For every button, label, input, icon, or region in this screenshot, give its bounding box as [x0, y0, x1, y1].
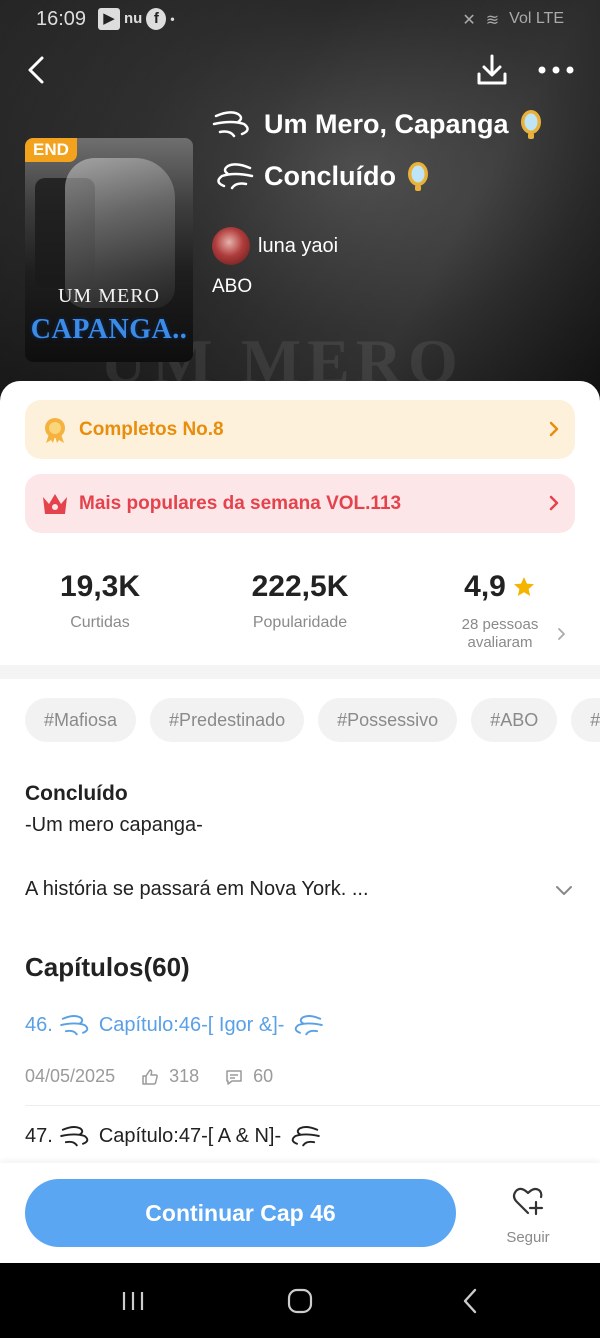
wifi-icon: ≋	[485, 12, 500, 29]
thumbs-up-icon	[142, 1068, 158, 1085]
chevron-right-icon	[549, 495, 559, 511]
tag-chip[interactable]: #	[571, 698, 600, 742]
system-back-icon[interactable]	[460, 1287, 480, 1315]
chapter-number: 47.	[25, 1124, 53, 1147]
likes-label: Curtidas	[70, 614, 130, 631]
expand-chevron-icon[interactable]	[554, 883, 574, 897]
chevron-right-icon	[549, 421, 559, 437]
description-title: Concluído	[25, 782, 128, 805]
popularity-label: Popularidade	[252, 614, 348, 631]
continue-reading-button[interactable]: Continuar Cap 46	[25, 1179, 456, 1247]
section-divider	[0, 665, 600, 679]
popularity-count: 222,5K	[251, 570, 349, 603]
back-icon[interactable]	[20, 52, 56, 88]
wind-icon	[60, 1126, 89, 1147]
follow-label: Seguir	[506, 1229, 550, 1246]
recent-apps-icon[interactable]	[120, 1289, 146, 1313]
banner-label: Mais populares da semana VOL.113	[79, 492, 402, 514]
mirror-icon	[407, 162, 428, 191]
chapter-divider	[25, 1105, 600, 1106]
wind-icon	[291, 1126, 320, 1147]
crown-icon	[43, 493, 67, 514]
tag-list: #Mafiosa #Predestinado #Possessivo #ABO …	[25, 698, 600, 742]
cover-title-line1: UM MERO	[57, 285, 160, 307]
play-icon: ▶	[98, 8, 120, 30]
avatar	[212, 227, 250, 265]
chapter-title: Capítulo:46-[ Igor &]-	[98, 1013, 285, 1036]
rating-count-label: 28 pessoas	[461, 616, 539, 633]
chapter-comments: 60	[253, 1066, 274, 1086]
status-time: 16:09	[36, 8, 87, 30]
ranking-banner-completos[interactable]: Completos No.8	[25, 400, 575, 459]
tag-chip[interactable]: #Predestinado	[150, 698, 305, 742]
genre-label: ABO	[212, 276, 253, 297]
follow-button[interactable]: Seguir	[498, 1186, 558, 1246]
chevron-right-icon[interactable]	[556, 626, 566, 642]
description-body[interactable]: A história se passará em Nova York. ...	[25, 878, 369, 901]
status-app-icons: ▶ nu f •	[98, 8, 175, 30]
tag-chip[interactable]: #ABO	[471, 698, 558, 742]
book-title: Um Mero, Capanga	[212, 106, 543, 142]
comment-icon	[226, 1069, 242, 1085]
more-options-icon[interactable]	[536, 56, 576, 84]
chapter-meta: 04/05/2025 318 60	[25, 1066, 273, 1087]
chapter-title: Capítulo:47-[ A & N]-	[98, 1124, 282, 1147]
rating-count-label-2: avaliaram	[467, 634, 533, 651]
stat-rating[interactable]: 4,9 28 pessoas avaliaram	[400, 570, 600, 652]
stat-likes: 19,3K Curtidas	[0, 570, 200, 632]
stat-popularity: 222,5K Popularidade	[200, 570, 400, 632]
author-link[interactable]: luna yaoi	[212, 227, 338, 265]
author-name: luna yaoi	[258, 234, 339, 257]
wind-icon	[212, 111, 249, 138]
mute-icon: ✕	[462, 12, 476, 29]
signal-text: Vol LTE	[509, 10, 564, 27]
chapter-item[interactable]: 46. Capítulo:46-[ Igor &]-	[25, 1011, 324, 1039]
description-subtitle: -Um mero capanga-	[25, 814, 203, 836]
nu-icon: nu	[124, 10, 143, 27]
facebook-icon: f	[146, 8, 167, 30]
likes-count: 19,3K	[59, 570, 141, 603]
wind-icon	[295, 1015, 324, 1036]
book-status: Concluído	[212, 158, 430, 194]
wind-icon	[60, 1015, 89, 1036]
ranking-banner-populares[interactable]: Mais populares da semana VOL.113	[25, 474, 575, 533]
chapters-heading[interactable]: Capítulos(60)	[25, 952, 190, 983]
chapter-number: 46.	[25, 1013, 53, 1036]
home-icon[interactable]	[286, 1287, 314, 1315]
status-system-icons: ✕ ≋ Vol LTE	[462, 10, 564, 30]
download-icon[interactable]	[474, 52, 510, 88]
medal-icon	[45, 417, 65, 443]
chapter-date: 04/05/2025	[25, 1066, 116, 1086]
cover-title-line2: CAPANGA..	[30, 314, 188, 345]
heart-plus-icon	[512, 1187, 544, 1216]
tag-chip[interactable]: #Possessivo	[318, 698, 458, 742]
end-badge: END	[25, 138, 77, 162]
notification-dot-icon: •	[170, 12, 175, 26]
mirror-icon	[520, 110, 541, 139]
banner-label: Completos No.8	[79, 418, 224, 440]
status-bar: 16:09 ▶ nu f • ✕ ≋ Vol LTE	[0, 0, 600, 40]
chapter-item[interactable]: 47. Capítulo:47-[ A & N]-	[25, 1122, 321, 1150]
tag-chip[interactable]: #Mafiosa	[25, 698, 137, 742]
star-icon	[513, 577, 534, 596]
wind-icon	[217, 163, 254, 190]
rating-value: 4,9	[464, 570, 506, 603]
book-cover[interactable]: END UM MERO CAPANGA..	[25, 138, 193, 362]
chapter-likes: 318	[169, 1066, 200, 1086]
